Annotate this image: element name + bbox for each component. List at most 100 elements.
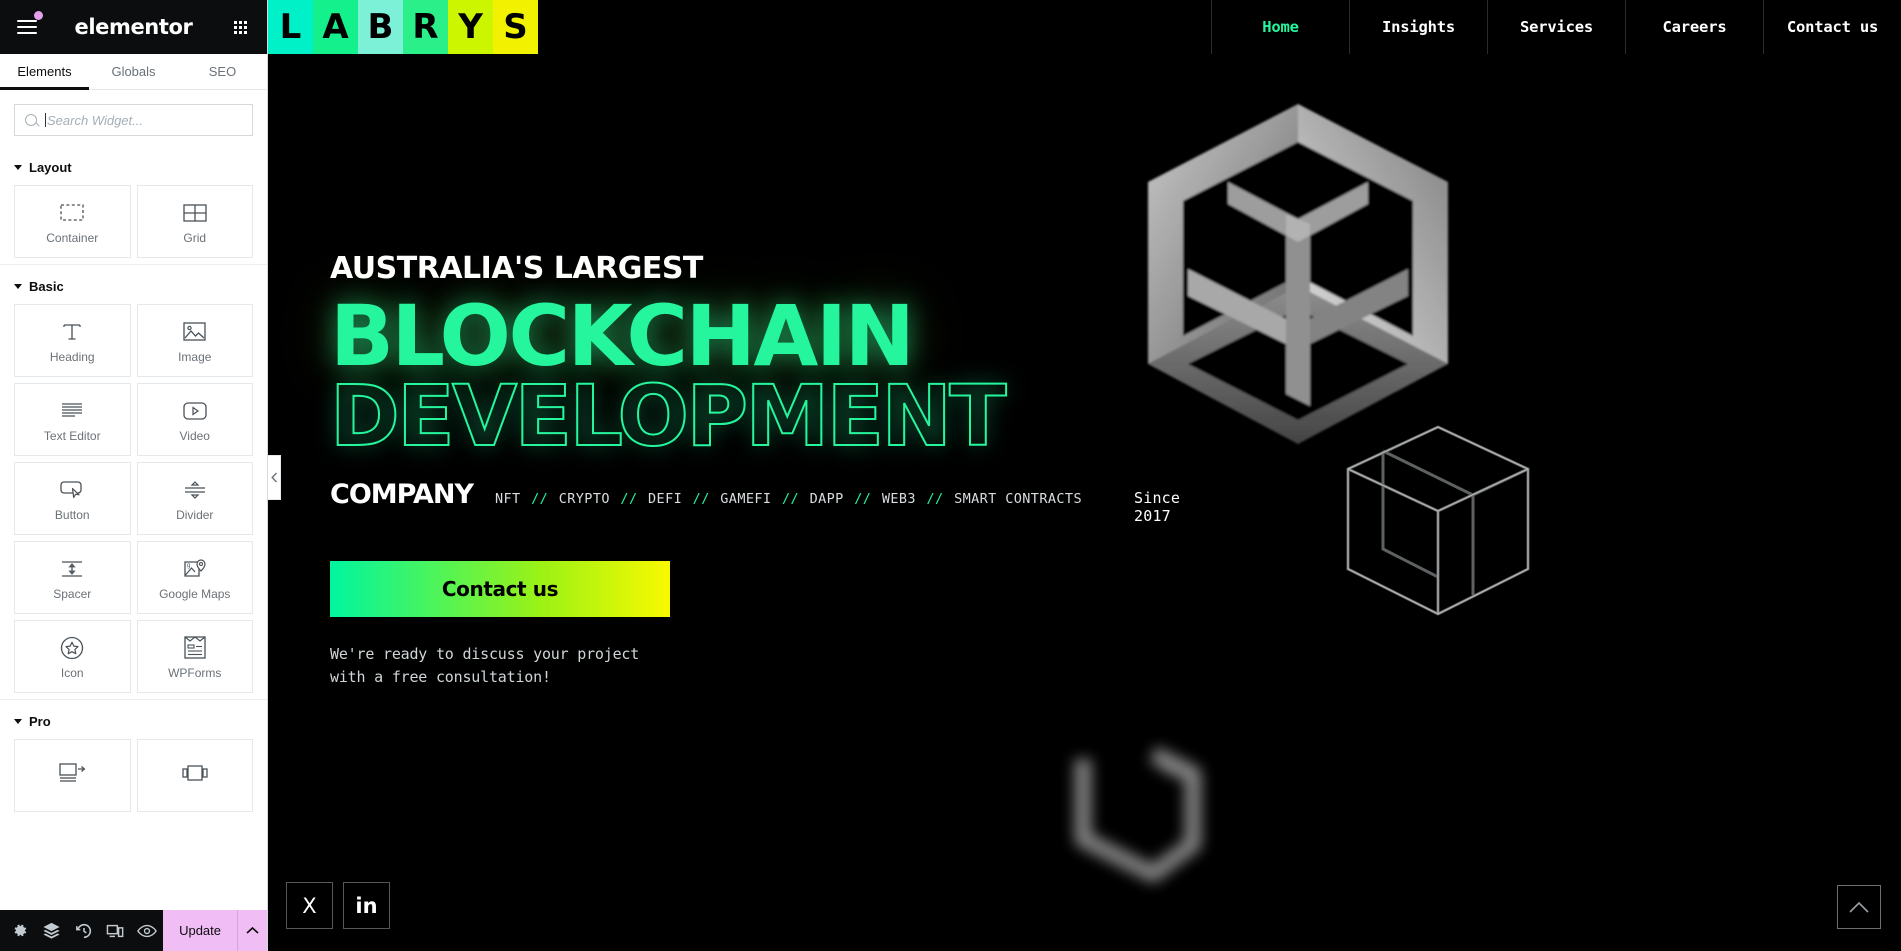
chip-separator: // [854,491,872,508]
section-header-layout[interactable]: Layout [0,146,267,185]
chip-gamefi: GAMEFI [720,491,772,508]
hero-headline-outline: DEVELOPMENT [329,367,1008,466]
tab-seo[interactable]: SEO [178,54,267,89]
widget-grid-pro [0,739,267,812]
widget-text-editor[interactable]: Text Editor [14,383,131,456]
logo-letter: B [358,0,403,54]
text-editor-icon [59,398,85,424]
widget-label: Grid [183,230,207,245]
hero-company-word: COMPANY [330,479,474,511]
tab-elements[interactable]: Elements [0,54,89,90]
update-button[interactable]: Update [163,910,237,951]
widget-label: Icon [60,665,84,680]
history-revisions-icon[interactable] [68,910,100,951]
widget-label: Image [178,349,212,364]
star-circle-icon [59,635,85,661]
nav-item-careers[interactable]: Careers [1625,0,1763,54]
widget-divider[interactable]: Divider [136,462,253,535]
widget-label: Button [54,507,90,522]
update-options-chevron-up-icon[interactable] [237,910,267,951]
panel-collapse-handle[interactable] [268,455,281,500]
chevron-down-icon [14,719,22,724]
image-icon [182,319,208,345]
hero-chip-list: NFT // CRYPTO // DEFI // GAMEFI // DAPP … [495,491,1082,507]
chip-smart-contracts: SMART CONTRACTS [954,491,1082,508]
panel-header: elementor [0,0,267,54]
chevron-down-icon [14,284,22,289]
blurred-glow-shape [1074,746,1202,883]
contact-us-cta-button[interactable]: Contact us [330,561,670,618]
spacer-icon [59,556,85,582]
widget-list-scroll[interactable]: Layout Container Grid Basic Heading Imag… [0,146,267,910]
section-title-text: Layout [29,160,72,175]
hero-since-label: Since 2017 [1133,489,1181,526]
hero-tagline-row: COMPANY NFT // CRYPTO // DEFI // GAMEFI … [330,479,1180,525]
site-header: L A B R Y S Home Insights Services Caree… [268,0,1901,54]
nav-item-insights[interactable]: Insights [1349,0,1487,54]
widget-label: Heading [49,349,95,364]
widget-posts[interactable] [14,739,131,812]
widget-wpforms[interactable]: WPForms [136,620,253,693]
widget-button[interactable]: Button [14,462,131,535]
nav-item-contact-us[interactable]: Contact us [1763,0,1901,54]
search-input[interactable]: Search Widget... [14,104,253,136]
widget-grid[interactable]: Grid [136,185,253,258]
widget-icon[interactable]: Icon [14,620,131,693]
section-title-text: Basic [29,279,64,294]
page-canvas[interactable]: L A B R Y S Home Insights Services Caree… [268,0,1901,951]
widget-heading[interactable]: Heading [14,304,131,377]
svg-text:g: g [187,563,190,569]
google-maps-pin-icon: g [182,556,208,582]
wpforms-icon [182,635,208,661]
chip-separator: // [692,491,710,508]
grid-apps-icon[interactable] [213,0,267,54]
chip-separator: // [531,491,549,508]
nav-item-services[interactable]: Services [1487,0,1625,54]
hero-eyebrow: AUSTRALIA'S LARGEST [330,251,703,286]
logo-letter: L [268,0,313,54]
hero-copy: AUSTRALIA'S LARGEST BLOCKCHAIN DEVELOPME… [329,251,1180,690]
widget-google-maps[interactable]: g Google Maps [136,541,253,614]
social-label: X [302,893,317,918]
section-header-pro[interactable]: Pro [0,700,267,739]
nav-item-home[interactable]: Home [1211,0,1349,54]
widget-grid-layout: Container Grid [0,185,267,258]
button-cursor-icon [59,477,85,503]
tab-globals[interactable]: Globals [89,54,178,89]
widget-label: Video [179,428,210,443]
grid-apps-dots [233,20,247,34]
responsive-device-icon[interactable] [99,910,131,951]
widget-image[interactable]: Image [136,304,253,377]
x-twitter-icon[interactable]: X [286,882,333,929]
app-title: elementor [74,15,193,39]
hamburger-icon[interactable] [0,0,54,54]
chevron-down-icon [14,165,22,170]
wireframe-cube-3d [1346,425,1530,616]
widget-spacer[interactable]: Spacer [14,541,131,614]
logo-letter: Y [448,0,493,54]
container-icon [59,200,85,226]
logo-letter: A [313,0,358,54]
navigator-layers-icon[interactable] [36,910,68,951]
scroll-to-top-button[interactable] [1837,885,1881,929]
heading-t-icon [59,319,85,345]
widget-carousel[interactable] [136,739,253,812]
divider-icon [182,477,208,503]
widget-video[interactable]: Video [136,383,253,456]
labrys-logo[interactable]: L A B R Y S [268,0,538,54]
widget-container[interactable]: Container [14,185,131,258]
section-header-basic[interactable]: Basic [0,265,267,304]
chip-defi: DEFI [648,491,683,508]
settings-gear-icon[interactable] [4,910,36,951]
widget-section-layout: Layout Container Grid [0,146,267,264]
notification-dot-icon [34,11,43,20]
sub-note-line-1: We're ready to discuss your project [330,645,640,664]
widget-label: Google Maps [159,586,231,601]
widget-label: Container [46,230,99,245]
widget-label: Divider [176,507,214,522]
social-links: X in [286,882,390,929]
site-nav: Home Insights Services Careers Contact u… [1211,0,1901,54]
widget-label: WPForms [168,665,222,680]
preview-eye-icon[interactable] [131,910,163,951]
linkedin-icon[interactable]: in [343,882,390,929]
